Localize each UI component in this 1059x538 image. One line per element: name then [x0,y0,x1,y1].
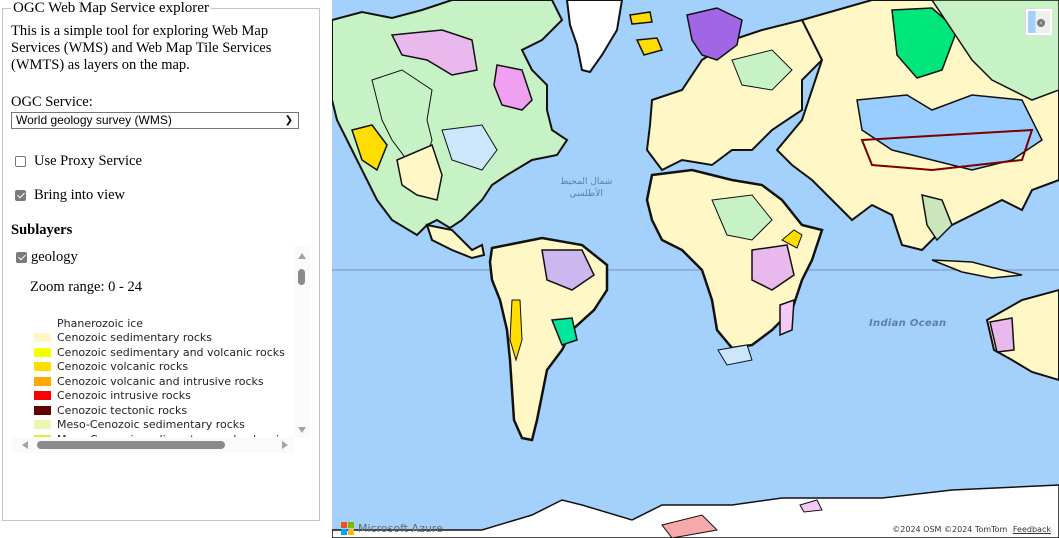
panel-title: OGC Web Map Service explorer [13,0,209,16]
logo-square-yellow [348,529,354,535]
legend-label: Phanerozoic ice [57,316,144,330]
sublayer-geology-checkbox[interactable] [16,252,27,263]
legend-swatch [34,376,51,386]
sublayer-geology-label: geology [31,249,78,265]
map-style-thumbnail: ‹ [1028,11,1050,33]
legend-swatch [34,347,51,357]
sublayers-heading: Sublayers [11,222,73,238]
chevron-down-icon: ❯ [284,115,293,126]
microsoft-azure-logo: Microsoft Azure [341,522,443,535]
indian-ocean-label: Indian Ocean [869,318,947,329]
island-madagascar [779,298,795,337]
legend-swatch [34,391,51,401]
region-south-africa [717,344,753,366]
legend-label: Cenozoic intrusive rocks [57,389,191,403]
legend-item: Cenozoic intrusive rocks [34,389,294,404]
legend-label: Cenozoic volcanic and intrusive rocks [57,374,264,388]
legend-swatch [34,405,51,415]
service-label: OGC Service: [11,94,93,110]
legend-label: Meso-Cenozoic sedimentary rocks [57,418,245,432]
landmass-central-america [425,223,486,260]
feedback-link[interactable]: Feedback [1013,525,1051,534]
chevron-left-icon: ‹ [1037,19,1045,27]
legend-list: Phanerozoic ice Cenozoic sedimentary rock… [34,316,294,437]
legend-item: Cenozoic volcanic rocks [34,360,294,375]
north-atlantic-label-line2: الأطلسي [569,189,603,199]
microsoft-logo-icon [341,522,354,535]
legend-swatch [34,333,51,343]
legend-swatch [34,362,51,372]
scroll-up-arrow-icon[interactable] [298,253,306,259]
map-style-picker-button[interactable]: ‹ [1025,8,1053,36]
legend-label: Cenozoic volcanic rocks [57,360,189,374]
map-attribution: ©2024 OSM ©2024 TomTom Feedback [892,525,1051,534]
brand-text: Microsoft Azure [358,522,443,535]
legend-item: Phanerozoic ice [34,316,294,331]
legend-item: Meso-Cenozoic sedimentary rocks [34,418,294,433]
region-greenland-east [629,11,653,25]
geology-map-layer [332,0,1059,538]
north-atlantic-label: شمال المحيط الأطلسي [560,176,612,200]
map-canvas[interactable]: شمال المحيط الأطلسي Indian Ocean ‹ Micro… [332,0,1059,538]
legend-label: Cenozoic sedimentary rocks [57,331,212,345]
landmass-indonesia [931,259,1023,279]
legend-swatch [34,318,51,328]
legend-item: Cenozoic volcanic and intrusive rocks [34,374,294,389]
sublayers-scroll-area[interactable]: geology Zoom range: 0 - 24 Phanerozoic i… [12,245,310,453]
legend-label: Cenozoic sedimentary and volcanic rocks [57,345,285,359]
zoom-range-text: Zoom range: 0 - 24 [30,279,142,295]
use-proxy-label: Use Proxy Service [34,153,142,169]
horizontal-scroll-thumb[interactable] [37,441,225,449]
scroll-left-arrow-icon[interactable] [22,441,28,449]
legend-item: Cenozoic tectonic rocks [34,403,294,418]
scroll-down-arrow-icon[interactable] [298,427,306,433]
north-atlantic-label-line1: شمال المحيط [560,177,613,187]
use-proxy-checkbox[interactable] [15,156,26,167]
bring-into-view-checkbox[interactable] [15,190,26,201]
panel-description: This is a simple tool for exploring Web … [11,23,272,73]
vertical-scroll-thumb[interactable] [298,269,305,285]
bring-into-view-option[interactable]: Bring into view [15,187,311,204]
legend-swatch [34,420,51,430]
logo-square-red [341,522,347,528]
service-selected-value: World geology survey (WMS) [16,113,172,127]
legend-item: Cenozoic sedimentary rocks [34,331,294,346]
sublayers-content: geology Zoom range: 0 - 24 Phanerozoic i… [12,245,294,437]
service-select[interactable]: World geology survey (WMS) ❯ [11,112,299,129]
logo-square-green [348,522,354,528]
vertical-scrollbar[interactable] [294,245,310,437]
landmass-greenland [565,0,624,74]
bring-into-view-label: Bring into view [34,187,126,203]
island-iceland [635,37,664,56]
sublayer-geology[interactable]: geology [16,249,78,266]
side-panel: OGC Web Map Service explorer This is a s… [0,0,330,538]
scroll-right-arrow-icon[interactable] [282,441,288,449]
logo-square-blue [341,529,347,535]
use-proxy-option[interactable]: Use Proxy Service [15,153,311,170]
copyright-text: ©2024 OSM ©2024 TomTom [892,525,1008,534]
horizontal-scrollbar[interactable] [12,437,294,453]
legend-label: Cenozoic tectonic rocks [57,403,188,417]
legend-item: Cenozoic sedimentary and volcanic rocks [34,345,294,360]
